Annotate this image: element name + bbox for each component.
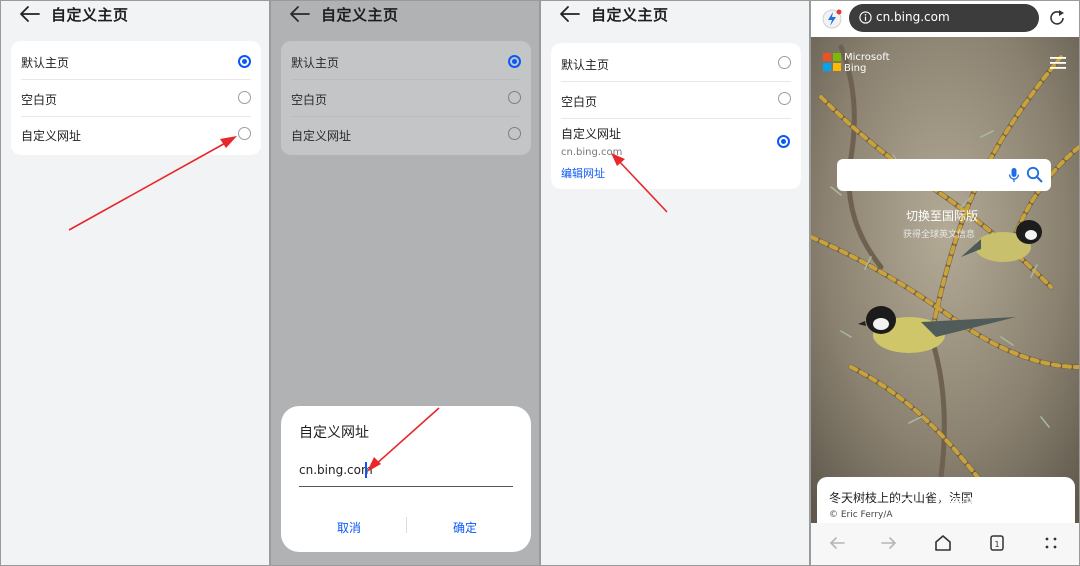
page-title: 自定义主页 [51, 6, 129, 24]
option-label: 自定义网址 [291, 129, 352, 143]
microsoft-logo-icon [823, 53, 841, 71]
info-icon[interactable] [859, 11, 872, 24]
caption-credit: © Eric Ferry/A [829, 510, 893, 520]
option-label: 自定义网址 [561, 127, 622, 141]
option-label: 空白页 [561, 95, 598, 109]
tabs-icon[interactable]: 1 [987, 533, 1007, 553]
wechat-watermark-icon [896, 498, 924, 520]
title-bar: 自定义主页 [1, 1, 269, 31]
option-default-homepage[interactable]: 默认主页 [551, 43, 801, 81]
search-icon[interactable] [1026, 166, 1043, 183]
dialog-title: 自定义网址 [299, 425, 369, 441]
url-text: cn.bing.com [876, 10, 950, 24]
option-label: 空白页 [291, 93, 328, 107]
button-separator [406, 517, 407, 533]
browser-bottom-bar: 1 [811, 523, 1079, 565]
confirm-button[interactable]: 确定 [453, 519, 477, 536]
title-bar: 自定义主页 [271, 1, 539, 31]
option-custom-url[interactable]: 自定义网址 [281, 117, 531, 155]
back-arrow-icon[interactable] [289, 5, 311, 23]
input-underline [299, 486, 513, 487]
switch-international-subtext: 获得全球英文信息 [903, 230, 976, 240]
cancel-button[interactable]: 取消 [337, 519, 361, 536]
back-arrow-icon[interactable] [19, 5, 41, 23]
option-label: 自定义网址 [21, 129, 82, 143]
custom-url-value: cn.bing.com [561, 147, 623, 158]
url-input[interactable]: cn.bing.com [299, 463, 373, 477]
back-arrow-icon[interactable] [559, 5, 581, 23]
panel-settings-default: 自定义主页 默认主页 空白页 自定义网址 [0, 0, 270, 566]
microphone-icon[interactable] [1008, 167, 1020, 183]
option-blank-page[interactable]: 空白页 [11, 80, 261, 116]
radio-empty-icon[interactable] [238, 127, 251, 140]
radio-empty-icon[interactable] [508, 91, 521, 104]
bing-hero-image: Microsoft Bing 切换至国际版 获得全球英文信息 冬天树枝上的大山雀… [811, 37, 1079, 523]
radio-empty-icon[interactable] [508, 127, 521, 140]
page-title: 自定义主页 [591, 6, 669, 24]
option-label: 默认主页 [561, 58, 610, 72]
home-icon[interactable] [933, 533, 953, 553]
shield-lightning-icon[interactable] [821, 8, 843, 30]
birds-on-branches-image [811, 37, 1079, 523]
homepage-options-card: 默认主页 空白页 自定义网址 [281, 41, 531, 155]
panel-browser-bing: cn.bing.com Microsoft Bing 切换至国际版 获得全球英文… [810, 0, 1080, 566]
homepage-options-card: 默认主页 空白页 自定义网址 [11, 41, 261, 155]
edit-url-link[interactable]: 编辑网址 [561, 165, 605, 181]
radio-empty-icon[interactable] [238, 91, 251, 104]
radio-empty-icon[interactable] [778, 56, 791, 69]
brand-line-1: Microsoft [844, 52, 890, 63]
homepage-options-card: 默认主页 空白页 自定义网址 cn.bing.com 编辑网址 [551, 43, 801, 189]
option-blank-page[interactable]: 空白页 [551, 82, 801, 118]
option-label: 空白页 [21, 93, 58, 107]
radio-selected-icon[interactable] [238, 55, 251, 68]
switch-international-link[interactable]: 切换至国际版 [906, 207, 978, 224]
bing-search-box[interactable] [837, 159, 1051, 191]
back-nav-icon[interactable] [827, 533, 847, 553]
panel-custom-url-dialog: 自定义主页 默认主页 空白页 自定义网址 自定义网址 cn.bing.com 取… [270, 0, 540, 566]
radio-empty-icon[interactable] [778, 92, 791, 105]
screenshot-stage: 自定义主页 默认主页 空白页 自定义网址 自定义主页 默认主页 空白页 自定义网… [0, 0, 1080, 566]
option-default-homepage[interactable]: 默认主页 [11, 41, 261, 79]
page-title: 自定义主页 [321, 6, 399, 24]
forward-nav-icon[interactable] [879, 533, 899, 553]
option-label: 默认主页 [21, 56, 70, 70]
text-caret [365, 462, 367, 478]
browser-address-bar: cn.bing.com [811, 1, 1079, 37]
radio-selected-icon[interactable] [508, 55, 521, 68]
url-field[interactable]: cn.bing.com [849, 4, 1039, 32]
custom-url-dialog: 自定义网址 cn.bing.com 取消 确定 [281, 406, 531, 552]
more-menu-icon[interactable] [1041, 533, 1061, 553]
brand-line-2: Bing [844, 63, 867, 74]
option-blank-page[interactable]: 空白页 [281, 80, 531, 116]
title-bar: 自定义主页 [541, 1, 809, 31]
option-label: 默认主页 [291, 56, 340, 70]
reload-icon[interactable] [1047, 8, 1067, 28]
option-default-homepage[interactable]: 默认主页 [281, 41, 531, 79]
svg-text:1: 1 [994, 540, 999, 549]
option-custom-url[interactable]: 自定义网址 [11, 117, 261, 155]
radio-selected-icon[interactable] [777, 135, 790, 148]
hamburger-menu-icon[interactable] [1050, 56, 1066, 70]
panel-custom-url-selected: 自定义主页 默认主页 空白页 自定义网址 cn.bing.com 编辑网址 [540, 0, 810, 566]
option-custom-url[interactable]: 自定义网址 cn.bing.com 编辑网址 [551, 119, 801, 189]
watermark-text: 志木践行 [929, 496, 1001, 517]
